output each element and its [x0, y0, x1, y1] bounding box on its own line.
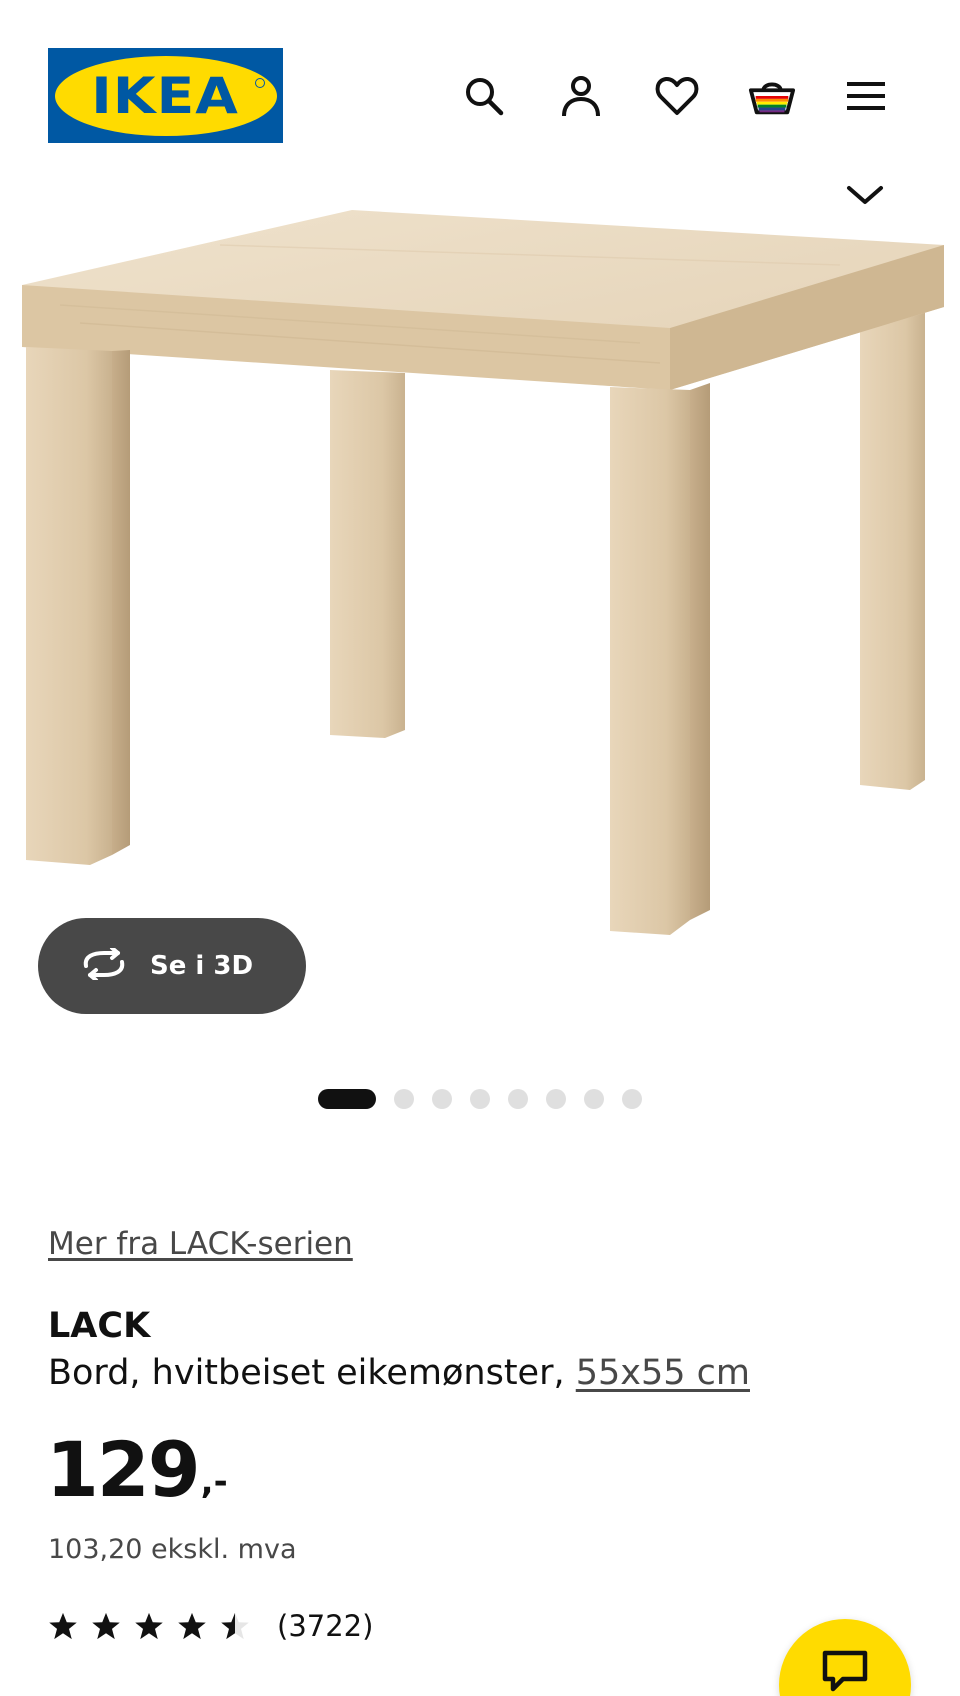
chat-button[interactable]	[779, 1619, 911, 1696]
product-size-link[interactable]: 55x55 cm	[576, 1353, 750, 1393]
logo-oval: IKEA	[54, 55, 277, 136]
pagination-dot[interactable]	[432, 1089, 452, 1109]
view-in-3d-label: Se i 3D	[150, 951, 254, 981]
star-icon	[92, 1612, 120, 1640]
series-link[interactable]: Mer fra LACK-serien	[48, 1226, 353, 1262]
registered-mark	[254, 77, 265, 88]
search-icon[interactable]	[460, 72, 508, 120]
basket-icon[interactable]	[748, 72, 796, 120]
rotate-3d-icon	[80, 945, 128, 985]
pagination-dot[interactable]	[584, 1089, 604, 1109]
pagination-dot[interactable]	[394, 1089, 414, 1109]
half-star-icon	[221, 1612, 249, 1640]
rating-count: (3722)	[277, 1609, 374, 1643]
price-integer: 129	[46, 1425, 201, 1514]
product-price: 129 ,-	[46, 1432, 228, 1508]
site-header: IKEA	[0, 0, 960, 170]
logo-text: IKEA	[91, 66, 240, 125]
product-name: LACK	[48, 1306, 151, 1346]
product-rating[interactable]: (3722)	[48, 1609, 373, 1643]
star-icon	[178, 1612, 206, 1640]
star-icon	[49, 1612, 77, 1640]
heart-icon[interactable]	[653, 72, 701, 120]
price-suffix: ,-	[200, 1462, 228, 1502]
image-pagination	[318, 1089, 660, 1109]
pagination-dot[interactable]	[470, 1089, 490, 1109]
product-description: Bord, hvitbeiset eikemønster, 55x55 cm	[48, 1353, 750, 1393]
product-description-text: Bord, hvitbeiset eikemønster,	[48, 1353, 565, 1393]
menu-icon[interactable]	[842, 72, 890, 120]
pagination-dot[interactable]	[318, 1089, 376, 1109]
ikea-logo[interactable]: IKEA	[48, 48, 283, 143]
pagination-dot[interactable]	[508, 1089, 528, 1109]
view-in-3d-button[interactable]: Se i 3D	[38, 918, 306, 1014]
pagination-dot[interactable]	[546, 1089, 566, 1109]
user-icon[interactable]	[557, 72, 605, 120]
star-icon	[135, 1612, 163, 1640]
product-image[interactable]	[20, 205, 946, 945]
price-excluding-vat: 103,20 ekskl. mva	[48, 1534, 297, 1565]
chat-icon	[821, 1649, 869, 1696]
pagination-dot[interactable]	[622, 1089, 642, 1109]
